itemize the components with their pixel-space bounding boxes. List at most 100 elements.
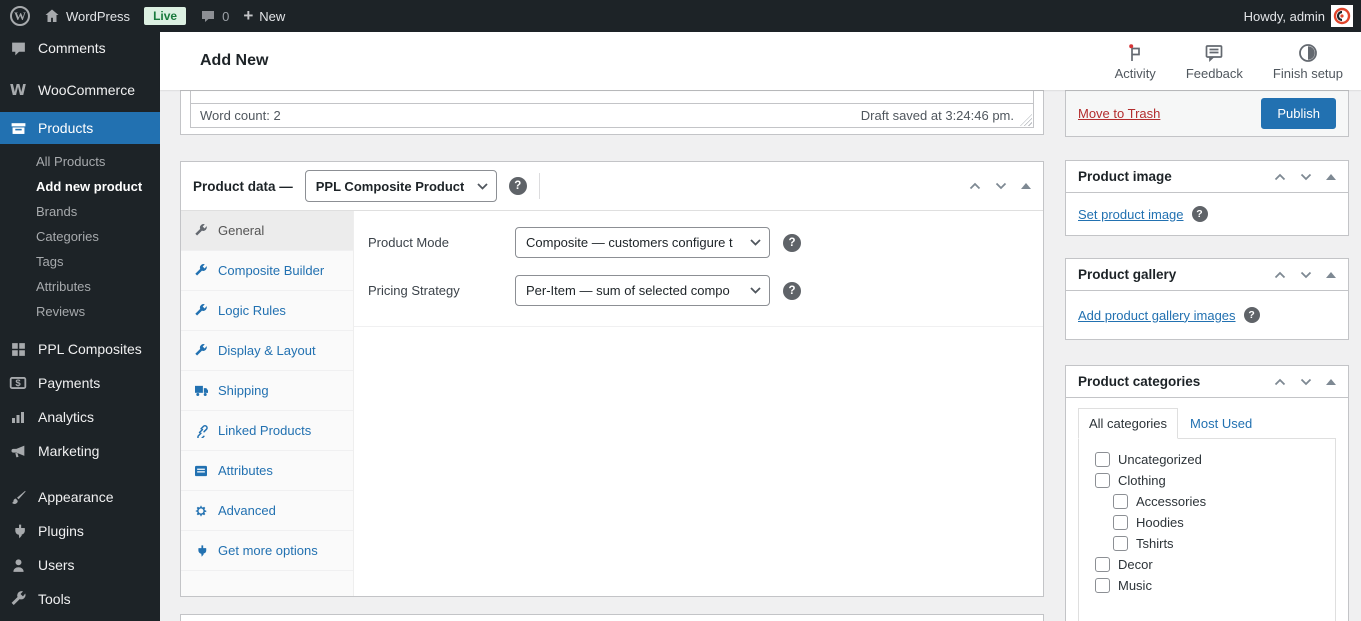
pricing-strategy-help-icon[interactable]: ? bbox=[783, 281, 801, 300]
product-gallery-help-icon[interactable]: ? bbox=[1243, 307, 1260, 323]
admin-bar-new[interactable]: + New bbox=[243, 6, 285, 26]
activity-flag-icon bbox=[1125, 41, 1145, 63]
toggle-panel-button[interactable] bbox=[1021, 183, 1031, 189]
live-badge: Live bbox=[144, 7, 187, 25]
tab-shipping[interactable]: Shipping bbox=[181, 371, 353, 411]
category-row-accessories[interactable]: Accessories bbox=[1087, 491, 1327, 512]
category-row-hoodies[interactable]: Hoodies bbox=[1087, 512, 1327, 533]
submenu-all-products[interactable]: All Products bbox=[0, 149, 160, 174]
product-type-select[interactable]: PPL Composite Product bbox=[304, 170, 497, 202]
toggle-panel-button[interactable] bbox=[1326, 173, 1336, 180]
checkbox[interactable] bbox=[1113, 515, 1128, 530]
admin-bar-comments[interactable]: 0 bbox=[200, 8, 229, 24]
checkbox[interactable] bbox=[1095, 557, 1110, 572]
sidebar-item-ppl-composites[interactable]: PPL Composites bbox=[0, 332, 160, 366]
product-mode-label: Product Mode bbox=[368, 235, 449, 250]
plug-icon bbox=[193, 544, 209, 558]
finish-setup-button[interactable]: Finish setup bbox=[1273, 41, 1343, 81]
order-up-button[interactable] bbox=[1274, 271, 1286, 279]
order-up-button[interactable] bbox=[1274, 173, 1286, 181]
product-data-box: Product data — PPL Composite Product ? G… bbox=[180, 161, 1044, 597]
category-row-clothing[interactable]: Clothing bbox=[1087, 470, 1327, 491]
tab-linked-products[interactable]: Linked Products bbox=[181, 411, 353, 451]
toggle-panel-button[interactable] bbox=[1326, 378, 1336, 385]
tab-get-more-options[interactable]: Get more options bbox=[181, 531, 353, 571]
howdy-text: Howdy, admin bbox=[1243, 8, 1325, 24]
sidebar-item-tools[interactable]: Tools bbox=[0, 582, 160, 616]
order-down-button[interactable] bbox=[1300, 271, 1312, 279]
submenu-reviews[interactable]: Reviews bbox=[0, 299, 160, 324]
checkbox[interactable] bbox=[1095, 473, 1110, 488]
category-tabs: All categories Most Used bbox=[1078, 408, 1336, 439]
user-icon bbox=[8, 557, 28, 574]
checkbox[interactable] bbox=[1095, 452, 1110, 467]
tab-advanced[interactable]: Advanced bbox=[181, 491, 353, 531]
checkbox[interactable] bbox=[1095, 578, 1110, 593]
general-panel: Product Mode Composite — customers confi… bbox=[354, 211, 1043, 596]
site-link[interactable]: WordPress bbox=[44, 8, 130, 24]
sidebar-item-users[interactable]: Users bbox=[0, 548, 160, 582]
category-row-music[interactable]: Music bbox=[1087, 575, 1327, 596]
product-image-help-icon[interactable]: ? bbox=[1191, 206, 1208, 222]
product-categories-box: Product categories All categories Most U… bbox=[1065, 365, 1349, 621]
checkbox[interactable] bbox=[1113, 536, 1128, 551]
submenu-brands[interactable]: Brands bbox=[0, 199, 160, 224]
sidebar-item-analytics[interactable]: Analytics bbox=[0, 400, 160, 434]
editor-postbox-bottom: Word count: 2 Draft saved at 3:24:46 pm. bbox=[180, 90, 1044, 135]
submenu-tags[interactable]: Tags bbox=[0, 249, 160, 274]
sidebar-item-comments[interactable]: Comments bbox=[0, 32, 160, 64]
tab-all-categories[interactable]: All categories bbox=[1078, 408, 1179, 439]
category-row-decor[interactable]: Decor bbox=[1087, 554, 1327, 575]
editor-textarea-edge[interactable] bbox=[190, 91, 1034, 103]
wrench-icon bbox=[8, 590, 28, 608]
product-type-help-icon[interactable]: ? bbox=[508, 177, 527, 195]
product-mode-help-icon[interactable]: ? bbox=[783, 233, 801, 252]
wrench-icon bbox=[193, 263, 209, 278]
sidebar-item-plugins[interactable]: Plugins bbox=[0, 514, 160, 548]
sidebar-item-products[interactable]: Products bbox=[0, 112, 160, 144]
product-data-tabs: General Composite Builder Logic Rules Di… bbox=[181, 211, 354, 596]
list-icon bbox=[193, 465, 209, 477]
checkbox[interactable] bbox=[1113, 494, 1128, 509]
tab-general[interactable]: General bbox=[181, 211, 353, 251]
pricing-strategy-select[interactable]: Per-Item — sum of selected compo bbox=[515, 275, 770, 306]
wrench-icon bbox=[193, 223, 209, 238]
brush-icon bbox=[8, 489, 28, 506]
sidebar-item-marketing[interactable]: Marketing bbox=[0, 434, 160, 468]
submenu-categories[interactable]: Categories bbox=[0, 224, 160, 249]
order-down-button[interactable] bbox=[1300, 378, 1312, 386]
submenu-attributes[interactable]: Attributes bbox=[0, 274, 160, 299]
move-to-trash-link[interactable]: Move to Trash bbox=[1078, 106, 1160, 121]
order-down-button[interactable] bbox=[1300, 173, 1312, 181]
order-up-button[interactable] bbox=[1274, 378, 1286, 386]
sidebar-item-woocommerce[interactable]: W WooCommerce bbox=[0, 74, 160, 106]
publish-button[interactable]: Publish bbox=[1261, 98, 1336, 129]
category-row-uncategorized[interactable]: Uncategorized bbox=[1087, 449, 1327, 470]
admin-bar: W WordPress Live 0 + New Howdy, admin bbox=[0, 0, 1361, 32]
tab-attributes[interactable]: Attributes bbox=[181, 451, 353, 491]
tab-most-used[interactable]: Most Used bbox=[1178, 409, 1264, 438]
tab-logic-rules[interactable]: Logic Rules bbox=[181, 291, 353, 331]
wp-logo-menu[interactable]: W bbox=[10, 6, 30, 26]
activity-button[interactable]: Activity bbox=[1115, 41, 1156, 81]
add-gallery-images-link[interactable]: Add product gallery images bbox=[1078, 308, 1236, 323]
howdy-menu[interactable]: Howdy, admin bbox=[1244, 5, 1353, 27]
order-down-button[interactable] bbox=[995, 182, 1007, 190]
sidebar-item-payments[interactable]: $ Payments bbox=[0, 366, 160, 400]
feedback-button[interactable]: Feedback bbox=[1186, 41, 1243, 81]
category-list: Uncategorized Clothing Accessories Hoodi… bbox=[1078, 438, 1336, 621]
page-title: Add New bbox=[200, 52, 269, 69]
submenu-add-new-product[interactable]: Add new product bbox=[0, 174, 160, 199]
comment-bubble-icon bbox=[200, 8, 216, 24]
product-gallery-title: Product gallery bbox=[1078, 267, 1177, 282]
product-mode-select[interactable]: Composite — customers configure t bbox=[515, 227, 770, 258]
order-up-button[interactable] bbox=[969, 182, 981, 190]
tab-display-layout[interactable]: Display & Layout bbox=[181, 331, 353, 371]
tab-composite-builder[interactable]: Composite Builder bbox=[181, 251, 353, 291]
category-row-tshirts[interactable]: Tshirts bbox=[1087, 533, 1327, 554]
svg-text:$: $ bbox=[15, 378, 21, 389]
sidebar-item-appearance[interactable]: Appearance bbox=[0, 480, 160, 514]
set-product-image-link[interactable]: Set product image bbox=[1078, 207, 1184, 222]
chevron-down-icon bbox=[477, 182, 488, 190]
toggle-panel-button[interactable] bbox=[1326, 271, 1336, 278]
